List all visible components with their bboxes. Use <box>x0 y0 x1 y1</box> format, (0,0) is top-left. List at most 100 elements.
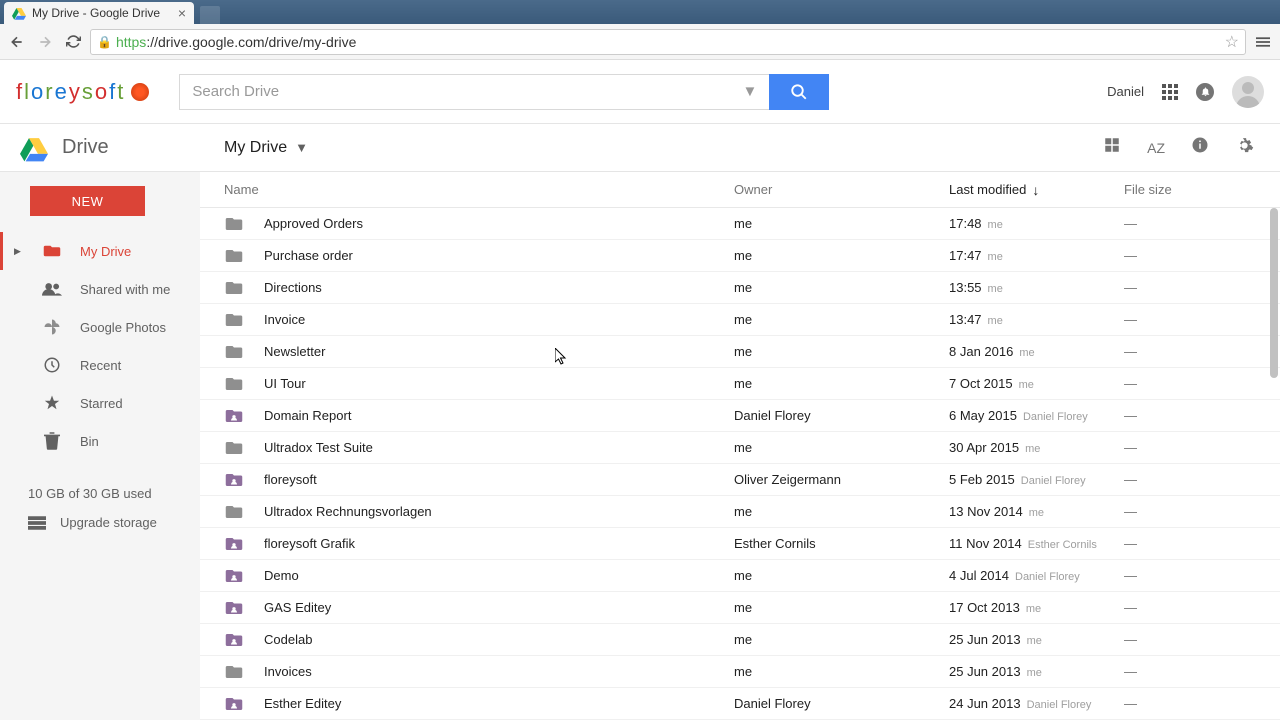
storage-icon <box>28 516 46 530</box>
folder-icon <box>224 536 244 552</box>
apps-icon[interactable] <box>1162 84 1178 100</box>
file-row[interactable]: Domain Report Daniel Florey 6 May 2015Da… <box>200 400 1280 432</box>
file-owner: Oliver Zeigermann <box>734 472 949 487</box>
file-owner: Daniel Florey <box>734 696 949 711</box>
file-modified: 17 Oct 2013me <box>949 600 1124 615</box>
sidebar-item-photos[interactable]: Google Photos <box>0 308 200 346</box>
notifications-icon[interactable] <box>1196 83 1214 101</box>
bookmark-star-icon[interactable]: ☆ <box>1225 32 1239 52</box>
forward-button[interactable] <box>34 31 56 53</box>
file-row[interactable]: Esther Editey Daniel Florey 24 Jun 2013D… <box>200 688 1280 720</box>
file-name: floreysoft <box>264 472 734 487</box>
new-tab-button[interactable] <box>200 6 220 24</box>
browser-tab[interactable]: My Drive - Google Drive × <box>4 2 194 24</box>
drive-logo-icon <box>20 134 48 162</box>
reload-button[interactable] <box>62 31 84 53</box>
sidebar-item-starred[interactable]: Starred <box>0 384 200 422</box>
file-size: — <box>1124 376 1137 391</box>
file-size: — <box>1124 632 1137 647</box>
column-owner[interactable]: Owner <box>734 182 949 197</box>
file-row[interactable]: Ultradox Test Suite me 30 Apr 2015me — <box>200 432 1280 464</box>
storage-text: 10 GB of 30 GB used <box>28 486 186 501</box>
file-row[interactable]: Invoices me 25 Jun 2013me — <box>200 656 1280 688</box>
back-button[interactable] <box>6 31 28 53</box>
sidebar-item-drive[interactable]: ▶ My Drive <box>0 232 200 270</box>
scrollbar[interactable] <box>1270 208 1278 378</box>
search-button[interactable] <box>769 74 829 110</box>
file-owner: Daniel Florey <box>734 408 949 423</box>
search-placeholder: Search Drive <box>192 83 279 100</box>
file-row[interactable]: GAS Editey me 17 Oct 2013me — <box>200 592 1280 624</box>
avatar[interactable] <box>1232 76 1264 108</box>
user-name[interactable]: Daniel <box>1107 84 1144 99</box>
column-name[interactable]: Name <box>224 182 734 197</box>
file-row[interactable]: floreysoft Grafik Esther Cornils 11 Nov … <box>200 528 1280 560</box>
folder-icon <box>224 632 244 648</box>
sort-arrow-down-icon: ↓ <box>1032 182 1039 198</box>
storage-section: 10 GB of 30 GB used Upgrade storage <box>0 486 200 530</box>
file-modified: 13:55me <box>949 280 1124 295</box>
sidebar-item-label: My Drive <box>80 244 131 259</box>
drive-brand[interactable]: Drive <box>0 134 200 162</box>
sidebar: NEW ▶ My Drive Shared with me Google Photos… <box>0 172 200 720</box>
file-modified: 8 Jan 2016me <box>949 344 1124 359</box>
file-owner: me <box>734 600 949 615</box>
file-name: Domain Report <box>264 408 734 423</box>
file-row[interactable]: Approved Orders me 17:48me — <box>200 208 1280 240</box>
sort-icon[interactable]: AZ <box>1147 140 1165 156</box>
drive-icon <box>42 244 62 258</box>
file-modified: 5 Feb 2015Daniel Florey <box>949 472 1124 487</box>
file-name: Ultradox Test Suite <box>264 440 734 455</box>
search-input[interactable]: Search Drive ▼ <box>179 74 769 110</box>
search-dropdown-icon[interactable]: ▼ <box>742 83 757 100</box>
new-button[interactable]: NEW <box>30 186 145 216</box>
address-bar[interactable]: 🔒 https://drive.google.com/drive/my-driv… <box>90 29 1246 55</box>
recent-icon <box>42 356 62 374</box>
file-row[interactable]: Codelab me 25 Jun 2013me — <box>200 624 1280 656</box>
starred-icon <box>42 394 62 412</box>
file-row[interactable]: Demo me 4 Jul 2014Daniel Florey — <box>200 560 1280 592</box>
column-modified[interactable]: Last modified ↓ <box>949 182 1124 198</box>
file-name: Directions <box>264 280 734 295</box>
view-grid-icon[interactable] <box>1103 136 1121 159</box>
logo[interactable]: floreysoft <box>16 79 149 105</box>
file-size: — <box>1124 312 1137 327</box>
file-row[interactable]: Directions me 13:55me — <box>200 272 1280 304</box>
file-modified: 13:47me <box>949 312 1124 327</box>
drive-title: Drive <box>62 136 109 159</box>
settings-icon[interactable] <box>1235 136 1254 160</box>
file-modified: 17:47me <box>949 248 1124 263</box>
file-owner: me <box>734 440 949 455</box>
file-row[interactable]: Invoice me 13:47me — <box>200 304 1280 336</box>
file-row[interactable]: UI Tour me 7 Oct 2015me — <box>200 368 1280 400</box>
file-size: — <box>1124 696 1137 711</box>
file-name: UI Tour <box>264 376 734 391</box>
sidebar-item-bin[interactable]: Bin <box>0 422 200 460</box>
breadcrumb[interactable]: My Drive ▼ <box>200 139 308 157</box>
folder-icon <box>224 504 244 520</box>
subheader: Drive My Drive ▼ AZ <box>0 124 1280 172</box>
file-name: Approved Orders <box>264 216 734 231</box>
file-modified: 25 Jun 2013me <box>949 664 1124 679</box>
file-owner: me <box>734 376 949 391</box>
file-row[interactable]: Purchase order me 17:47me — <box>200 240 1280 272</box>
sidebar-item-recent[interactable]: Recent <box>0 346 200 384</box>
sidebar-item-label: Google Photos <box>80 320 166 335</box>
browser-menu-icon[interactable] <box>1252 31 1274 53</box>
folder-icon <box>224 664 244 680</box>
upgrade-label: Upgrade storage <box>60 515 157 530</box>
folder-icon <box>224 216 244 232</box>
file-name: Esther Editey <box>264 696 734 711</box>
folder-icon <box>224 408 244 424</box>
file-row[interactable]: Newsletter me 8 Jan 2016me — <box>200 336 1280 368</box>
file-row[interactable]: floreysoft Oliver Zeigermann 5 Feb 2015D… <box>200 464 1280 496</box>
file-row[interactable]: Ultradox Rechnungsvorlagen me 13 Nov 201… <box>200 496 1280 528</box>
expand-icon: ▶ <box>14 246 24 257</box>
info-icon[interactable] <box>1191 136 1209 159</box>
column-size[interactable]: File size <box>1124 182 1280 197</box>
search-icon <box>790 83 808 101</box>
upgrade-storage-link[interactable]: Upgrade storage <box>28 515 186 530</box>
file-owner: me <box>734 248 949 263</box>
tab-close-icon[interactable]: × <box>178 5 186 21</box>
sidebar-item-shared[interactable]: Shared with me <box>0 270 200 308</box>
